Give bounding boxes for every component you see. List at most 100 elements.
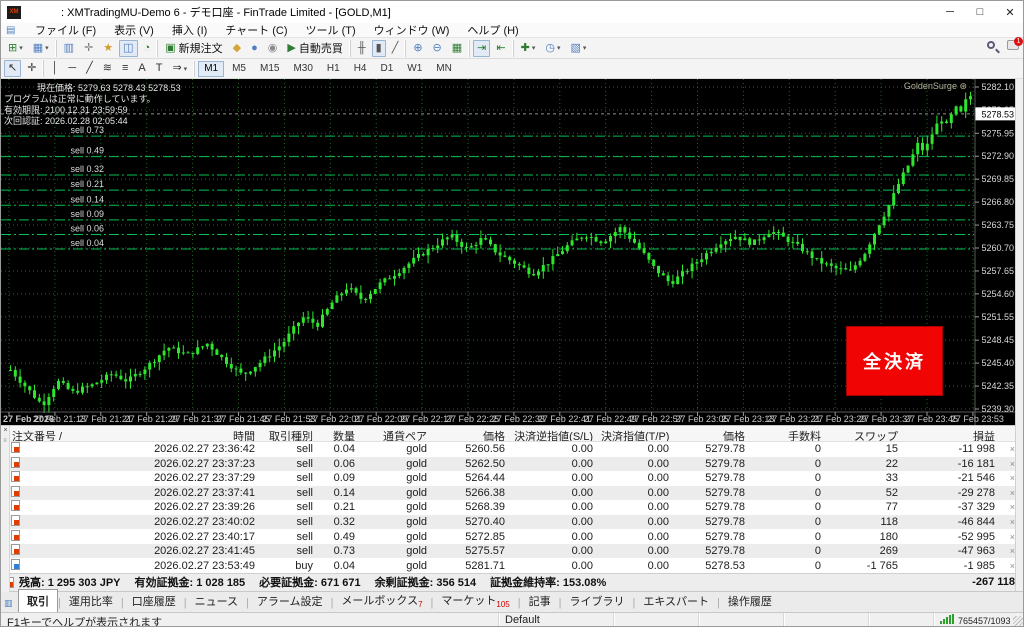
orders-header-5[interactable]: 価格 bbox=[431, 426, 509, 441]
crosshair-button[interactable]: ✛ bbox=[23, 60, 40, 77]
orders-header-1[interactable]: 時間 bbox=[113, 426, 259, 441]
orders-header-9[interactable]: 手数料 bbox=[749, 426, 825, 441]
orders-header-3[interactable]: 数量 bbox=[317, 426, 359, 441]
menu-item-2[interactable]: 挿入 (I) bbox=[163, 22, 216, 38]
notifications-icon[interactable]: 1 bbox=[1007, 40, 1019, 50]
timeframe-h1[interactable]: H1 bbox=[321, 61, 346, 77]
resize-grip[interactable] bbox=[1013, 616, 1024, 627]
orders-header-0[interactable]: 注文番号 / bbox=[1, 426, 113, 441]
order-row-8[interactable]: 2026.02.27 23:53:49buy0.04gold5281.710.0… bbox=[1, 558, 1024, 573]
vertical-line-button[interactable]: │ bbox=[47, 60, 62, 77]
tab-4[interactable]: アラーム設定 bbox=[249, 590, 331, 612]
zoom-out-button[interactable]: ⊖ bbox=[429, 40, 446, 57]
strategy-tester-button[interactable]: ◔ bbox=[140, 40, 155, 57]
menu-item-0[interactable]: ファイル (F) bbox=[26, 22, 105, 38]
orders-header-4[interactable]: 通貨ペア bbox=[359, 426, 431, 441]
text-button[interactable]: A bbox=[134, 60, 149, 77]
menu-item-1[interactable]: 表示 (V) bbox=[105, 22, 163, 38]
timeframe-m30[interactable]: M30 bbox=[287, 61, 318, 77]
indicators-button[interactable]: ✚▾ bbox=[517, 40, 540, 57]
terminal-close-icon[interactable]: × bbox=[1, 426, 10, 436]
metaeditor-button[interactable]: ● bbox=[247, 40, 262, 57]
tile-windows-button[interactable]: ▦ bbox=[448, 40, 466, 57]
order-cell-8: 5279.78 bbox=[673, 501, 749, 513]
close-button[interactable]: ✕ bbox=[995, 1, 1024, 23]
drawing-group-1: │─╱≋≡AT⇒▾ bbox=[43, 60, 194, 77]
tab-1[interactable]: 運用比率 bbox=[61, 590, 121, 612]
scripts-button[interactable]: ◆ bbox=[229, 40, 245, 57]
status-profile[interactable]: Default bbox=[499, 613, 614, 627]
close-all-button[interactable]: 全決済 bbox=[846, 326, 943, 396]
arrows-button[interactable]: ⇒▾ bbox=[168, 60, 191, 77]
chart-profiles-button[interactable]: ▦▾ bbox=[29, 40, 53, 57]
svg-text:5254.60: 5254.60 bbox=[981, 289, 1014, 299]
orders-header-row[interactable]: 注文番号 /時間取引種別数量通貨ペア価格決済逆指値(S/L)決済指値(T/P)価… bbox=[1, 426, 1024, 442]
order-row-2[interactable]: 2026.02.27 23:37:29sell0.09gold5264.440.… bbox=[1, 471, 1024, 486]
timeframe-mn[interactable]: MN bbox=[430, 61, 458, 77]
new-chart-button[interactable]: ⊞▾ bbox=[4, 40, 27, 57]
market-watch-button[interactable]: ▥ bbox=[60, 40, 78, 57]
orders-header-2[interactable]: 取引種別 bbox=[259, 426, 317, 441]
toolbar-group-2: ▣新規注文◆●◉▶自動売買 bbox=[157, 40, 350, 57]
orders-header-6[interactable]: 決済逆指値(S/L) bbox=[509, 426, 597, 441]
menu-item-3[interactable]: チャート (C) bbox=[216, 22, 296, 38]
text-label-button[interactable]: T bbox=[152, 60, 167, 77]
chart-area[interactable]: 5282.105279.055275.955272.905269.855266.… bbox=[1, 79, 1024, 425]
menu-item-4[interactable]: ツール (T) bbox=[297, 22, 365, 38]
cursor-button[interactable]: ↖ bbox=[4, 60, 21, 77]
tab-3[interactable]: ニュース bbox=[187, 590, 246, 612]
orders-header-11[interactable]: 損益 bbox=[902, 426, 999, 441]
order-row-5[interactable]: 2026.02.27 23:40:02sell0.32gold5270.400.… bbox=[1, 515, 1024, 530]
order-cell-9: 0 bbox=[749, 443, 825, 455]
trendline-button[interactable]: ╱ bbox=[82, 60, 97, 77]
status-connection[interactable]: 765457/1093 kb bbox=[934, 613, 1017, 627]
tab-5[interactable]: メールボックス7 bbox=[333, 589, 430, 612]
order-row-0[interactable]: 2026.02.27 23:36:42sell0.04gold5260.560.… bbox=[1, 442, 1024, 457]
order-row-7[interactable]: 2026.02.27 23:41:45sell0.73gold5275.570.… bbox=[1, 544, 1024, 559]
orders-header-10[interactable]: スワップ bbox=[825, 426, 902, 441]
tab-10[interactable]: 操作履歴 bbox=[720, 590, 780, 612]
tab-6[interactable]: マーケット105 bbox=[433, 589, 517, 612]
orders-header-8[interactable]: 価格 bbox=[673, 426, 749, 441]
tab-2[interactable]: 口座履歴 bbox=[124, 590, 184, 612]
templates-button[interactable]: ▧▾ bbox=[566, 40, 590, 57]
line-chart-button[interactable]: ╱ bbox=[388, 40, 403, 57]
order-cell-1: 2026.02.27 23:53:49 bbox=[113, 560, 259, 572]
minimize-button[interactable]: ─ bbox=[935, 1, 965, 23]
order-row-4[interactable]: 2026.02.27 23:39:26sell0.21gold5268.390.… bbox=[1, 500, 1024, 515]
timeframe-w1[interactable]: W1 bbox=[401, 61, 428, 77]
bar-chart-button[interactable]: ╫ bbox=[354, 40, 370, 57]
order-row-1[interactable]: 2026.02.27 23:37:23sell0.06gold5262.500.… bbox=[1, 457, 1024, 472]
orders-header-7[interactable]: 決済指値(T/P) bbox=[597, 426, 673, 441]
timeframe-m15[interactable]: M15 bbox=[254, 61, 285, 77]
menu-item-6[interactable]: ヘルプ (H) bbox=[458, 22, 527, 38]
mql5-community-button[interactable]: ◉ bbox=[264, 40, 282, 57]
auto-trading-button[interactable]: ▶自動売買 bbox=[283, 40, 346, 57]
auto-scroll-button[interactable]: ⇥ bbox=[473, 40, 490, 57]
zoom-in-button[interactable]: ⊕ bbox=[409, 40, 426, 57]
tab-8[interactable]: ライブラリ bbox=[561, 590, 632, 612]
maximize-button[interactable]: □ bbox=[965, 1, 995, 23]
periods-button[interactable]: ◷▾ bbox=[541, 40, 564, 57]
order-row-6[interactable]: 2026.02.27 23:40:17sell0.49gold5272.850.… bbox=[1, 529, 1024, 544]
tab-0[interactable]: 取引 bbox=[18, 589, 58, 612]
data-window-button[interactable]: ✛ bbox=[80, 40, 97, 57]
timeframe-h4[interactable]: H4 bbox=[348, 61, 373, 77]
horizontal-line-button[interactable]: ─ bbox=[64, 60, 80, 77]
chart-shift-button[interactable]: ⇤ bbox=[492, 40, 509, 57]
order-row-3[interactable]: 2026.02.27 23:37:41sell0.14gold5266.380.… bbox=[1, 486, 1024, 501]
new-order-button[interactable]: ▣新規注文 bbox=[161, 40, 226, 57]
channels-button[interactable]: ≡ bbox=[118, 60, 132, 77]
timeframe-m5[interactable]: M5 bbox=[226, 61, 252, 77]
navigator-button[interactable]: ★ bbox=[99, 40, 117, 57]
tab-7[interactable]: 記事 bbox=[521, 590, 559, 612]
search-icon[interactable] bbox=[987, 41, 995, 49]
timeframe-d1[interactable]: D1 bbox=[375, 61, 400, 77]
timeframe-m1[interactable]: M1 bbox=[198, 61, 224, 77]
candle-chart-button[interactable]: ▮ bbox=[372, 40, 386, 57]
fibonacci-button[interactable]: ≋ bbox=[99, 60, 116, 77]
menu-item-5[interactable]: ウィンドウ (W) bbox=[365, 22, 459, 38]
tab-9[interactable]: エキスパート bbox=[635, 590, 717, 612]
terminal-button[interactable]: ◫ bbox=[119, 40, 137, 57]
order-cell-1: 2026.02.27 23:37:29 bbox=[113, 472, 259, 484]
